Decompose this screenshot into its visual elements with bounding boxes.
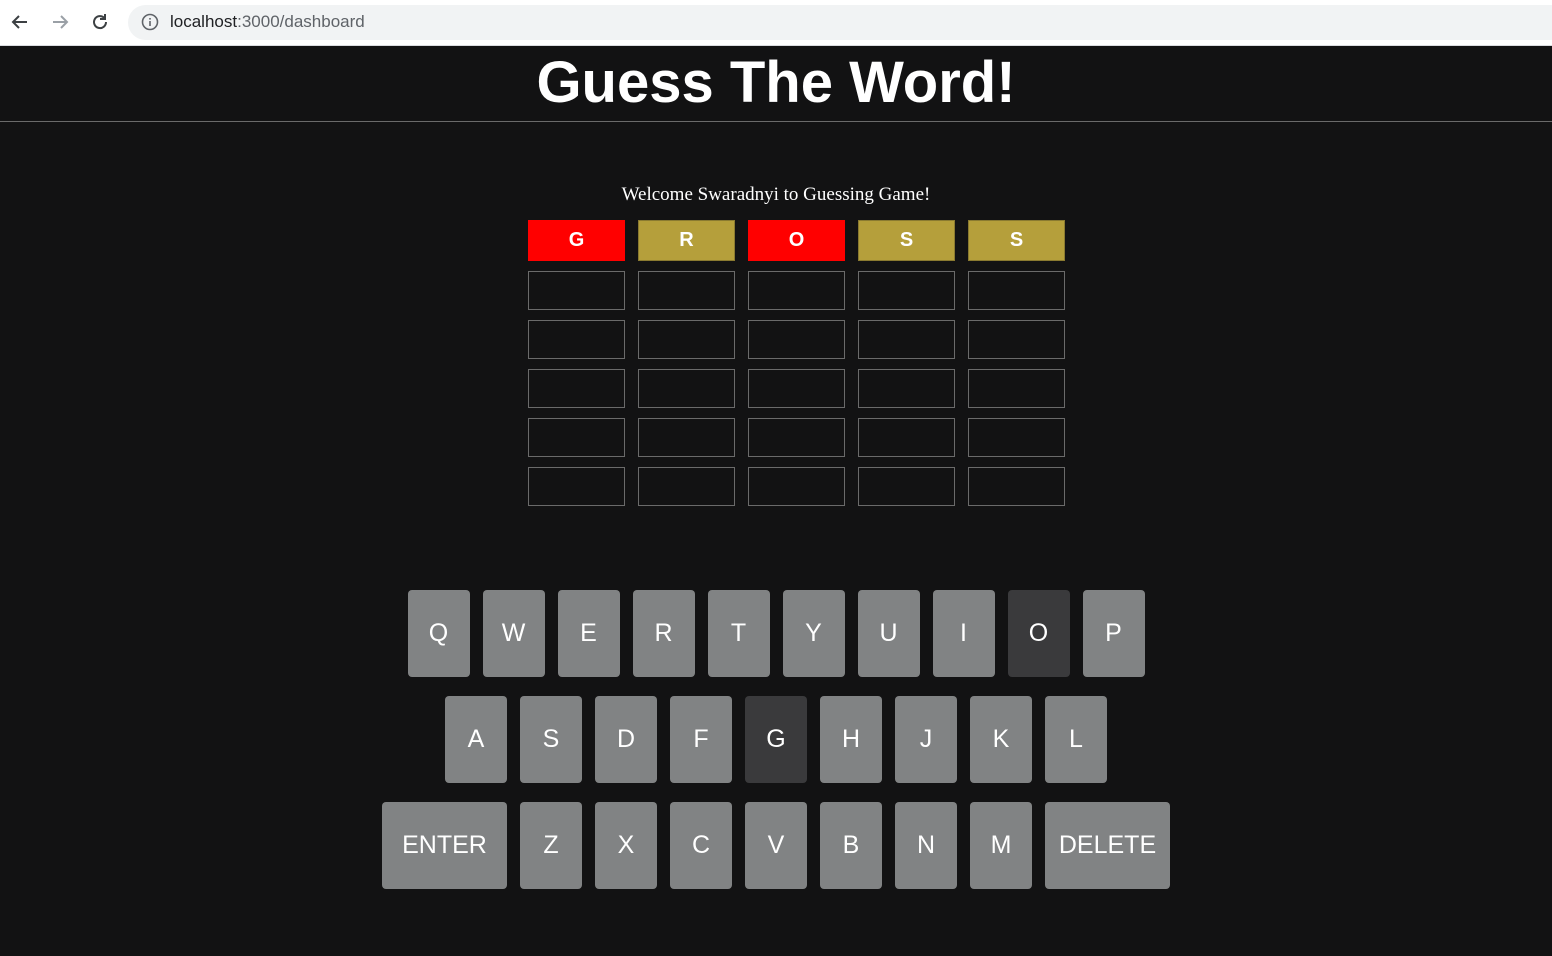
reload-icon xyxy=(93,14,108,30)
board-tile xyxy=(858,320,955,359)
board-tile xyxy=(528,271,625,310)
board-row: GROSS xyxy=(528,220,1065,261)
keyboard-row: ENTER Z X C V B N M DELETE xyxy=(0,802,1552,889)
browser-toolbar: localhost:3000/dashboard xyxy=(0,0,1552,46)
key-o[interactable]: O xyxy=(1007,590,1070,677)
key-d[interactable]: D xyxy=(595,696,657,783)
board-tile: R xyxy=(638,220,735,261)
key-r[interactable]: R xyxy=(632,590,695,677)
board-tile xyxy=(858,418,955,457)
board-tile: S xyxy=(858,220,955,261)
board-tile xyxy=(858,369,955,408)
board-tile xyxy=(858,467,955,506)
key-h[interactable]: H xyxy=(820,696,882,783)
key-delete[interactable]: DELETE xyxy=(1045,802,1170,889)
key-f[interactable]: F xyxy=(670,696,732,783)
board-row xyxy=(528,320,1065,359)
board-tile xyxy=(968,418,1065,457)
key-y[interactable]: Y xyxy=(782,590,845,677)
key-z[interactable]: Z xyxy=(520,802,582,889)
board-tile xyxy=(968,467,1065,506)
info-icon[interactable] xyxy=(141,13,159,31)
board-tile xyxy=(968,369,1065,408)
page-title: Guess The Word! xyxy=(536,50,1016,115)
on-screen-keyboard: Q W E R T Y U I O P A S D F G H J K L ENTER Z X C V B N M DELETE xyxy=(0,590,1552,908)
board-tile xyxy=(528,418,625,457)
key-k[interactable]: K xyxy=(970,696,1032,783)
welcome-message: Welcome Swaradnyi to Guessing Game! xyxy=(621,184,931,205)
page-header: Guess The Word! xyxy=(0,46,1552,122)
board-tile xyxy=(528,369,625,408)
key-x[interactable]: X xyxy=(595,802,657,889)
key-s[interactable]: S xyxy=(520,696,582,783)
key-g[interactable]: G xyxy=(745,696,807,783)
board-tile xyxy=(528,320,625,359)
address-bar[interactable]: localhost:3000/dashboard xyxy=(128,5,1552,40)
board-tile xyxy=(638,320,735,359)
key-w[interactable]: W xyxy=(482,590,545,677)
key-q[interactable]: Q xyxy=(407,590,470,677)
board-row xyxy=(528,369,1065,408)
key-j[interactable]: J xyxy=(895,696,957,783)
key-enter[interactable]: ENTER xyxy=(382,802,507,889)
board-tile xyxy=(638,369,735,408)
key-u[interactable]: U xyxy=(857,590,920,677)
keyboard-row: ASDFGHJKL xyxy=(0,696,1552,783)
key-c[interactable]: C xyxy=(670,802,732,889)
reload-button[interactable] xyxy=(88,10,112,34)
keyboard-row: QWERTYUIOP xyxy=(0,590,1552,677)
key-v[interactable]: V xyxy=(745,802,807,889)
forward-button[interactable] xyxy=(48,10,72,34)
board-tile xyxy=(748,369,845,408)
board-tile xyxy=(748,320,845,359)
key-p[interactable]: P xyxy=(1082,590,1145,677)
board-tile xyxy=(638,271,735,310)
key-n[interactable]: N xyxy=(895,802,957,889)
board-tile xyxy=(748,467,845,506)
url-text[interactable]: localhost:3000/dashboard xyxy=(170,12,365,32)
board-tile xyxy=(638,418,735,457)
guess-board: GROSS xyxy=(528,220,1065,516)
board-row xyxy=(528,271,1065,310)
board-tile xyxy=(638,467,735,506)
board-tile xyxy=(748,418,845,457)
board-tile xyxy=(968,271,1065,310)
url-host: localhost xyxy=(170,12,238,31)
board-tile: O xyxy=(748,220,845,261)
key-a[interactable]: A xyxy=(445,696,507,783)
board-tile xyxy=(748,271,845,310)
key-i[interactable]: I xyxy=(932,590,995,677)
key-b[interactable]: B xyxy=(820,802,882,889)
board-tile xyxy=(858,271,955,310)
url-path: :3000/dashboard xyxy=(237,12,365,31)
key-t[interactable]: T xyxy=(707,590,770,677)
board-row xyxy=(528,418,1065,457)
board-tile xyxy=(968,320,1065,359)
back-arrow-icon xyxy=(11,15,27,29)
forward-arrow-icon xyxy=(53,15,69,29)
board-tile: G xyxy=(528,220,625,261)
key-l[interactable]: L xyxy=(1045,696,1107,783)
board-row xyxy=(528,467,1065,506)
board-tile xyxy=(528,467,625,506)
key-m[interactable]: M xyxy=(970,802,1032,889)
key-e[interactable]: E xyxy=(557,590,620,677)
back-button[interactable] xyxy=(8,10,32,34)
board-tile: S xyxy=(968,220,1065,261)
